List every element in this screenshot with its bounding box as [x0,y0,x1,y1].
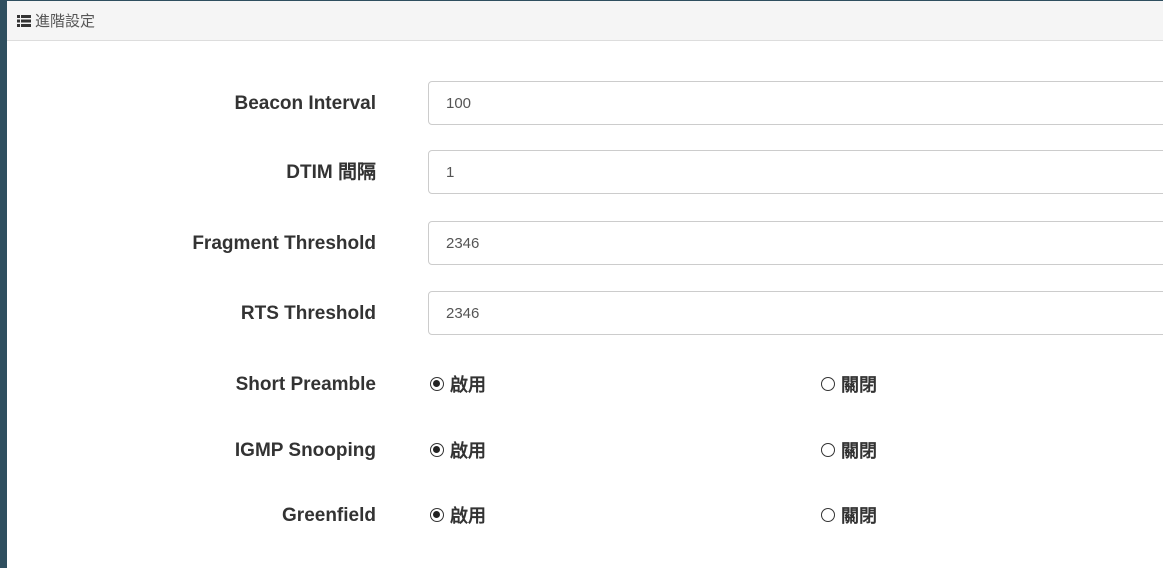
fragment-threshold-label: Fragment Threshold [192,233,376,254]
dtim-interval-label: DTIM 間隔 [286,162,376,183]
radio-checked-icon[interactable] [430,508,444,522]
rts-threshold-row: RTS Threshold [14,291,1163,337]
greenfield-row: Greenfield 啟用 關閉 [14,493,1163,539]
radio-unchecked-icon[interactable] [821,443,835,457]
greenfield-disable-radio[interactable]: 關閉 [821,493,877,537]
rts-threshold-input[interactable] [428,291,1163,335]
beacon-interval-input[interactable] [428,81,1163,125]
radio-disable-label: 關閉 [841,506,877,527]
greenfield-label: Greenfield [282,505,376,526]
radio-checked-icon[interactable] [430,377,444,391]
rts-threshold-label: RTS Threshold [240,303,376,324]
short-preamble-label: Short Preamble [235,374,376,395]
panel-title: 進階設定 [35,12,96,30]
greenfield-enable-radio[interactable]: 啟用 [430,493,486,537]
list-icon [17,15,31,27]
fragment-threshold-row: Fragment Threshold [14,221,1163,267]
igmp-snooping-disable-radio[interactable]: 關閉 [821,428,877,472]
short-preamble-disable-radio[interactable]: 關閉 [821,362,877,406]
radio-enable-label: 啟用 [450,375,486,396]
igmp-snooping-row: IGMP Snooping 啟用 關閉 [14,428,1163,474]
dtim-interval-input[interactable] [428,150,1163,194]
beacon-interval-row: Beacon Interval [14,81,1163,127]
igmp-snooping-label: IGMP Snooping [234,440,376,461]
radio-disable-label: 關閉 [841,441,877,462]
advanced-settings-panel: 進階設定 Beacon Interval DTIM 間隔 Fragment Th… [0,0,1163,568]
radio-enable-label: 啟用 [450,441,486,462]
dtim-interval-row: DTIM 間隔 [14,150,1163,196]
radio-unchecked-icon[interactable] [821,508,835,522]
radio-unchecked-icon[interactable] [821,377,835,391]
short-preamble-enable-radio[interactable]: 啟用 [430,362,486,406]
short-preamble-row: Short Preamble 啟用 關閉 [14,362,1163,408]
igmp-snooping-enable-radio[interactable]: 啟用 [430,428,486,472]
radio-disable-label: 關閉 [841,375,877,396]
radio-checked-icon[interactable] [430,443,444,457]
panel-heading: 進階設定 [7,1,1163,41]
fragment-threshold-input[interactable] [428,221,1163,265]
beacon-interval-label: Beacon Interval [234,93,377,114]
radio-enable-label: 啟用 [450,506,486,527]
